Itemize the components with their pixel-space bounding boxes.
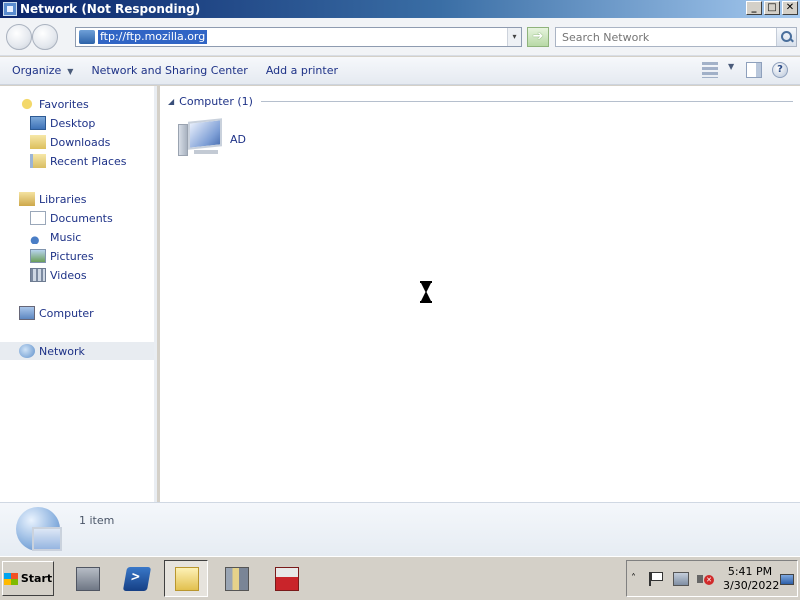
nav-recent-places[interactable]: Recent Places bbox=[30, 152, 127, 170]
downloads-icon bbox=[30, 135, 46, 149]
address-dropdown-button[interactable]: ▾ bbox=[507, 28, 521, 46]
taskbar-admin-tools[interactable] bbox=[214, 560, 258, 597]
clock-date: 3/30/2022 bbox=[723, 579, 780, 592]
collapse-triangle-icon[interactable]: ◢ bbox=[168, 97, 174, 106]
maximize-button[interactable]: □ bbox=[764, 1, 780, 15]
computer-icon bbox=[178, 118, 226, 160]
show-hidden-icons-chevron-icon[interactable]: ˄ bbox=[631, 573, 636, 584]
search-icon[interactable] bbox=[776, 28, 796, 46]
network-window-icon bbox=[3, 2, 17, 16]
details-pane: 1 item bbox=[0, 502, 800, 556]
organize-caret-icon: ▼ bbox=[67, 67, 74, 76]
folder-icon bbox=[175, 567, 199, 591]
navigation-pane: Favorites Desktop Downloads Recent Place… bbox=[0, 86, 157, 502]
back-button[interactable] bbox=[6, 24, 32, 50]
libraries-icon bbox=[19, 192, 35, 206]
taskbar-toolbox[interactable] bbox=[264, 560, 308, 597]
clock-time: 5:41 PM bbox=[727, 565, 773, 578]
nav-label: Videos bbox=[50, 268, 87, 282]
add-printer-button[interactable]: Add a printer bbox=[266, 64, 338, 77]
address-bar[interactable]: ftp://ftp.mozilla.org ▾ bbox=[75, 27, 522, 47]
network-computer-item[interactable]: AD bbox=[178, 118, 246, 160]
hourglass-cursor-icon bbox=[420, 281, 432, 303]
nav-label: Music bbox=[50, 230, 82, 244]
nav-label: Computer bbox=[39, 306, 94, 320]
preview-pane-icon[interactable] bbox=[746, 62, 762, 78]
videos-icon bbox=[30, 268, 46, 282]
address-toolbar: ftp://ftp.mozilla.org ▾ ➔ bbox=[0, 18, 800, 56]
search-input[interactable] bbox=[556, 28, 776, 46]
group-divider bbox=[260, 101, 793, 102]
clock[interactable]: 5:41 PM 3/30/2022 bbox=[723, 565, 780, 593]
address-url[interactable]: ftp://ftp.mozilla.org bbox=[98, 30, 208, 44]
nav-label: Documents bbox=[50, 211, 113, 225]
go-button[interactable]: ➔ bbox=[527, 27, 549, 47]
group-header-label: Computer (1) bbox=[179, 94, 253, 108]
network-location-icon bbox=[79, 30, 95, 44]
nav-desktop[interactable]: Desktop bbox=[30, 114, 95, 132]
nav-label: Desktop bbox=[50, 116, 96, 130]
nav-label: Pictures bbox=[50, 249, 94, 263]
change-view-icon[interactable] bbox=[702, 62, 718, 78]
toolbox-icon bbox=[275, 567, 299, 591]
taskbar: Start ˄ 5:41 PM 3/30/2022 bbox=[0, 556, 800, 600]
server-manager-icon bbox=[76, 567, 100, 591]
windows-logo-icon bbox=[3, 572, 18, 585]
nav-label: Downloads bbox=[50, 135, 111, 149]
nav-label: Libraries bbox=[39, 192, 87, 206]
help-icon[interactable]: ? bbox=[772, 62, 788, 78]
nav-label: Favorites bbox=[39, 97, 89, 111]
command-bar: Organize ▼ Network and Sharing Center Add… bbox=[0, 57, 800, 85]
documents-icon bbox=[30, 211, 46, 225]
view-controls: ▼ ? bbox=[702, 62, 788, 78]
search-box[interactable] bbox=[555, 27, 797, 47]
powershell-icon bbox=[122, 567, 152, 591]
close-button[interactable]: ✕ bbox=[782, 1, 798, 15]
nav-network[interactable]: Network bbox=[0, 342, 154, 360]
taskbar-powershell[interactable] bbox=[114, 560, 158, 597]
volume-muted-icon[interactable] bbox=[697, 572, 714, 586]
view-options-caret-icon[interactable]: ▼ bbox=[728, 62, 736, 78]
nav-downloads[interactable]: Downloads bbox=[30, 133, 110, 151]
forward-button[interactable] bbox=[32, 24, 58, 50]
show-desktop-icon[interactable] bbox=[780, 574, 794, 585]
network-status-icon[interactable] bbox=[673, 572, 689, 586]
computer-name: AD bbox=[230, 132, 246, 146]
computer-icon bbox=[19, 306, 35, 320]
desktop-icon bbox=[30, 116, 46, 130]
organize-label: Organize bbox=[12, 64, 62, 77]
music-icon bbox=[30, 230, 46, 244]
nav-label: Network bbox=[39, 344, 85, 358]
nav-libraries[interactable]: Libraries bbox=[19, 190, 87, 208]
nav-pictures[interactable]: Pictures bbox=[30, 247, 94, 265]
system-tray: ˄ 5:41 PM 3/30/2022 bbox=[626, 560, 798, 597]
group-header-computer[interactable]: ◢ Computer (1) bbox=[168, 94, 793, 108]
nav-computer[interactable]: Computer bbox=[19, 304, 94, 322]
organize-button[interactable]: Organize ▼ bbox=[12, 64, 73, 77]
star-icon bbox=[19, 97, 35, 111]
start-label: Start bbox=[20, 572, 53, 585]
taskbar-explorer[interactable] bbox=[164, 560, 208, 597]
nav-label: Recent Places bbox=[50, 154, 127, 168]
network-icon bbox=[19, 344, 35, 358]
minimize-button[interactable]: _ bbox=[746, 1, 762, 15]
taskbar-server-manager[interactable] bbox=[65, 560, 109, 597]
window-controls: _ □ ✕ bbox=[746, 1, 798, 15]
pictures-icon bbox=[30, 249, 46, 263]
title-bar: Network (Not Responding) _ □ ✕ bbox=[0, 0, 800, 18]
content-pane: ◢ Computer (1) AD bbox=[160, 86, 800, 502]
nav-favorites[interactable]: Favorites bbox=[19, 95, 89, 113]
administrative-tools-icon bbox=[225, 567, 249, 591]
action-center-flag-icon[interactable] bbox=[649, 572, 665, 586]
nav-videos[interactable]: Videos bbox=[30, 266, 87, 284]
window-title: Network (Not Responding) bbox=[20, 2, 201, 16]
nav-music[interactable]: Music bbox=[30, 228, 81, 246]
nav-documents[interactable]: Documents bbox=[30, 209, 113, 227]
network-globe-icon bbox=[16, 507, 62, 551]
network-sharing-center-button[interactable]: Network and Sharing Center bbox=[91, 64, 247, 77]
start-button[interactable]: Start bbox=[2, 561, 54, 596]
item-count: 1 item bbox=[79, 514, 115, 527]
recent-places-icon bbox=[30, 154, 46, 168]
